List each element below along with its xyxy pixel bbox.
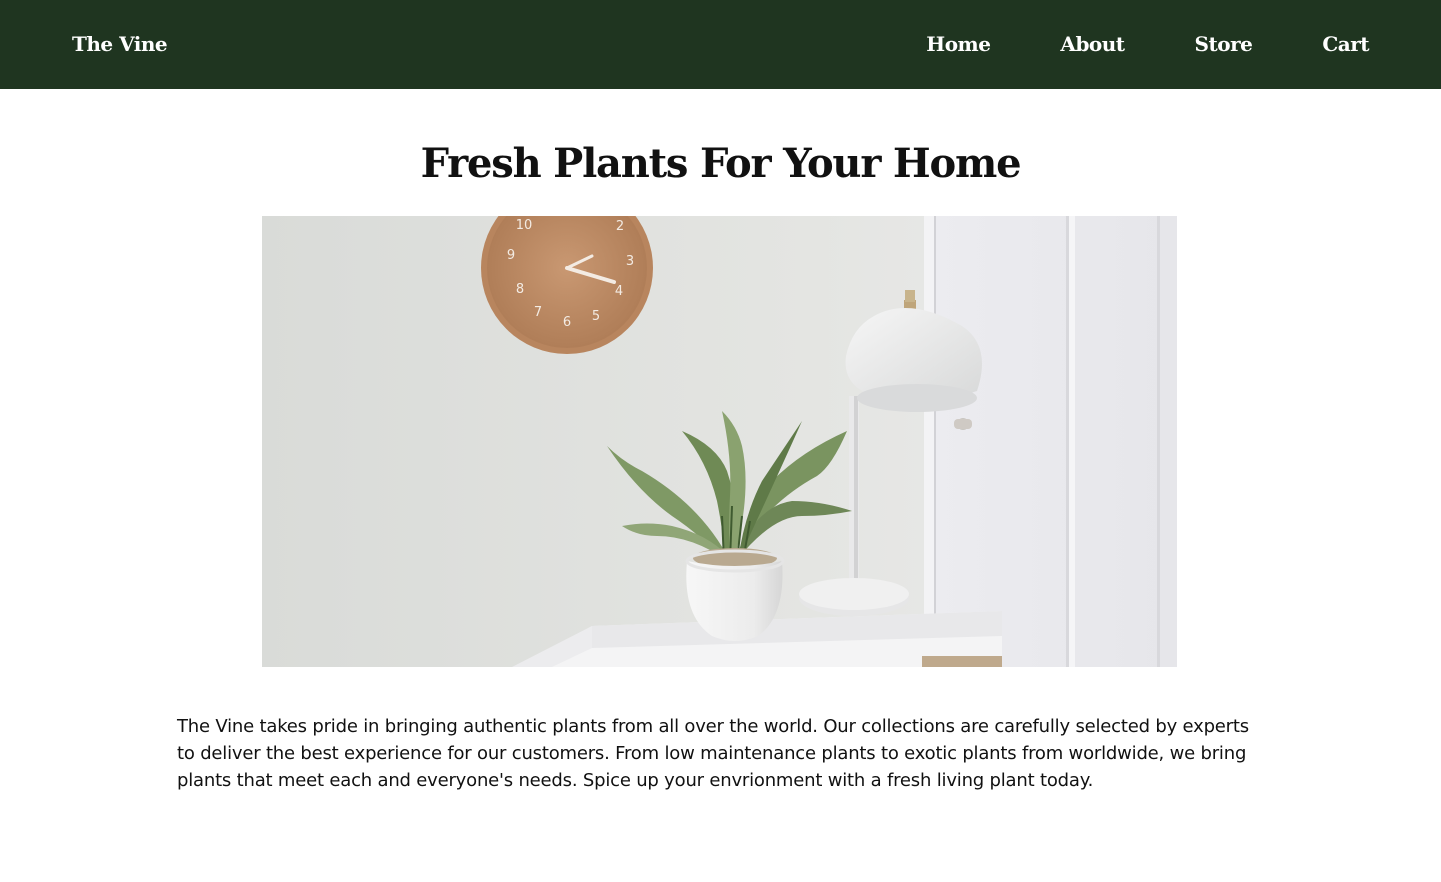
page-title: Fresh Plants For Your Home xyxy=(420,140,1022,187)
nav-cart-link[interactable]: Cart xyxy=(1322,30,1369,58)
nav-home-link[interactable]: Home xyxy=(926,30,991,58)
svg-text:4: 4 xyxy=(615,284,623,299)
nav-about-link[interactable]: About xyxy=(1060,30,1125,58)
hero-image: 10 2 9 3 8 4 7 6 5 xyxy=(262,216,1177,667)
svg-text:7: 7 xyxy=(534,305,542,320)
brand-logo[interactable]: The Vine xyxy=(72,30,168,58)
navbar: The Vine Home About Store Cart xyxy=(0,0,1441,89)
svg-text:10: 10 xyxy=(516,218,533,233)
nav-store-link[interactable]: Store xyxy=(1195,30,1253,58)
svg-text:6: 6 xyxy=(563,315,571,330)
svg-text:3: 3 xyxy=(626,254,634,269)
nav-links: Home About Store Cart xyxy=(856,30,1369,58)
description-text: The Vine takes pride in bringing authent… xyxy=(177,716,1249,791)
svg-text:5: 5 xyxy=(592,309,600,324)
svg-text:2: 2 xyxy=(616,219,624,234)
svg-text:8: 8 xyxy=(516,282,524,297)
svg-text:9: 9 xyxy=(507,248,515,263)
